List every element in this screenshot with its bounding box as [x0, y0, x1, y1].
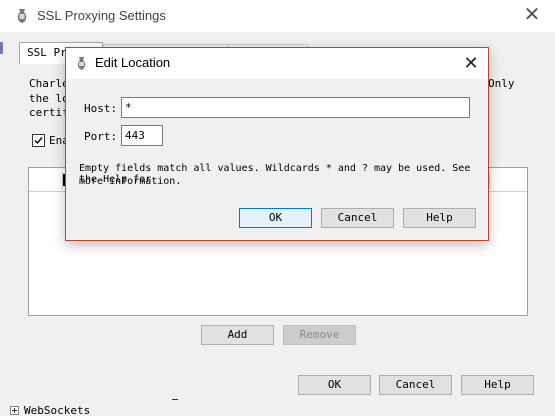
- charles-vase-icon: [77, 57, 86, 70]
- enable-ssl-proxying-checkbox[interactable]: [32, 134, 45, 147]
- tree-expand-icon[interactable]: [10, 406, 19, 415]
- host-label: Host:: [84, 102, 118, 115]
- window-title: SSL Proxying Settings: [37, 8, 166, 23]
- tree-connector: [172, 399, 178, 400]
- help-button[interactable]: Help: [461, 375, 534, 395]
- cancel-button[interactable]: Cancel: [379, 375, 452, 395]
- left-edge-marker: [0, 40, 3, 56]
- panel-description-line: the lo: [29, 92, 69, 105]
- dialog-title: Edit Location: [95, 55, 171, 70]
- charles-vase-icon: [17, 9, 27, 23]
- help-note: more information.: [79, 176, 182, 187]
- port-label: Port:: [84, 130, 118, 143]
- port-input[interactable]: 443: [121, 125, 163, 146]
- dialog-cancel-button[interactable]: Cancel: [321, 208, 394, 228]
- dialog-titlebar: Edit Location ✕: [66, 48, 488, 79]
- remove-location-button[interactable]: Remove: [283, 325, 356, 345]
- dialog-help-button[interactable]: Help: [403, 208, 476, 228]
- window-titlebar: SSL Proxying Settings ✕: [0, 0, 555, 32]
- checkmark-icon: [34, 137, 43, 145]
- panel-description-line: Charle: [29, 77, 69, 90]
- dialog-ok-button[interactable]: OK: [239, 208, 312, 228]
- window-close-button[interactable]: ✕: [522, 5, 542, 25]
- tree-item-websockets[interactable]: WebSockets: [24, 404, 90, 417]
- panel-description-line: certif: [29, 106, 69, 119]
- host-input[interactable]: *: [121, 97, 470, 118]
- edit-location-dialog: Edit Location ✕ Host: * Port: 443 Empty …: [65, 47, 489, 241]
- column-divider: [489, 172, 490, 188]
- panel-description-fragment: Only: [488, 77, 515, 90]
- dialog-close-button[interactable]: ✕: [462, 53, 480, 73]
- add-location-button[interactable]: Add: [201, 325, 274, 345]
- ok-button[interactable]: OK: [298, 375, 371, 395]
